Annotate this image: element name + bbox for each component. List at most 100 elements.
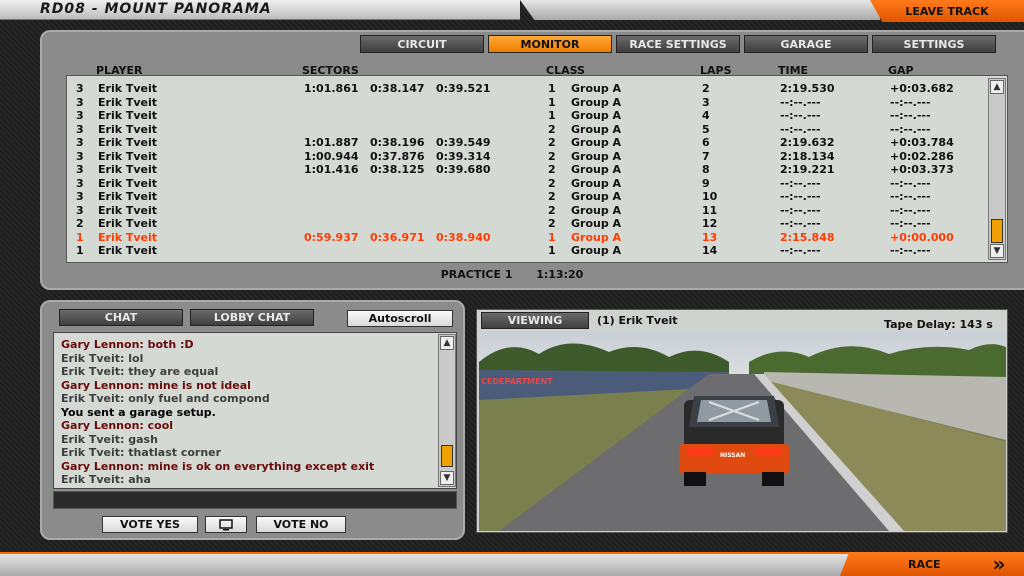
row-sector3: 0:39.521 bbox=[436, 82, 491, 95]
table-row[interactable]: 3 Erik Tveit 1:01.887 0:38.196 0:39.549 2 Grou… bbox=[67, 136, 987, 150]
table-row[interactable]: 3 Erik Tveit 2 Group A 10 --:--.--- --:--.--- bbox=[67, 190, 987, 204]
row-time: 2:18.134 bbox=[780, 149, 835, 163]
chat-message: Gary Lennon: mine is not ideal bbox=[61, 378, 251, 392]
table-row[interactable]: 3 Erik Tveit 1:01.861 0:38.147 0:39.521 1 Grou… bbox=[67, 82, 987, 96]
row-sector2: 0:38.147 bbox=[370, 82, 425, 95]
row-sector1: 1:00.944 bbox=[304, 149, 359, 163]
row-position: 1 bbox=[76, 230, 84, 244]
row-position: 3 bbox=[76, 149, 84, 163]
table-row[interactable]: 3 Erik Tveit 1:00.944 0:37.876 0:39.314 2 Grou… bbox=[67, 150, 987, 164]
row-lap: 6 bbox=[702, 136, 710, 149]
tab-garage[interactable]: GARAGE bbox=[744, 35, 868, 53]
row-class-number: 2 bbox=[548, 190, 556, 203]
row-time: --:--.--- bbox=[780, 190, 821, 203]
row-position: 3 bbox=[76, 95, 84, 109]
row-lap: 9 bbox=[702, 176, 710, 190]
autoscroll-toggle[interactable]: Autoscroll bbox=[347, 310, 453, 327]
row-class-number: 2 bbox=[548, 203, 556, 217]
row-position: 3 bbox=[76, 176, 84, 190]
chevron-up-icon[interactable]: ▲ bbox=[990, 80, 1004, 94]
row-player: Erik Tveit bbox=[98, 122, 158, 136]
vote-yes-button[interactable]: VOTE YES bbox=[102, 516, 198, 533]
track-scene-image: CEDEPARTMENT NISSAN bbox=[479, 332, 1006, 531]
row-sector3: 0:39.680 bbox=[436, 163, 491, 176]
session-time: 1:13:20 bbox=[536, 268, 584, 281]
tab-race-settings[interactable]: RACE SETTINGS bbox=[616, 35, 740, 53]
table-row[interactable]: 3 Erik Tveit 1:01.416 0:38.125 0:39.680 2 Grou… bbox=[67, 163, 987, 177]
car: NISSAN bbox=[679, 396, 789, 486]
row-lap: 4 bbox=[702, 109, 710, 122]
row-player: Erik Tveit bbox=[98, 203, 158, 217]
row-position: 3 bbox=[76, 109, 84, 122]
chat-message: Gary Lennon: mine is ok on everything ex… bbox=[61, 459, 375, 473]
row-class: Group A bbox=[571, 136, 622, 149]
race-button[interactable]: RACE » bbox=[840, 552, 1024, 576]
double-chevron-right-icon: » bbox=[992, 552, 1006, 576]
row-lap: 7 bbox=[702, 149, 710, 163]
row-class: Group A bbox=[571, 109, 622, 122]
chat-message: You sent a garage setup. bbox=[61, 405, 216, 419]
chat-log: Gary Lennon: both :D Erik Tveit: lol Erik … bbox=[53, 332, 457, 489]
row-player: Erik Tveit bbox=[98, 176, 158, 190]
row-sector1: 1:01.861 bbox=[304, 82, 359, 95]
table-row[interactable]: 2 Erik Tveit 2 Group A 12 --:--.--- --:--.--- bbox=[67, 217, 987, 231]
row-gap: +0:03.373 bbox=[890, 163, 954, 176]
row-class: Group A bbox=[571, 176, 622, 190]
row-class: Group A bbox=[571, 95, 622, 109]
row-sector2: 0:38.196 bbox=[370, 136, 425, 149]
table-row[interactable]: 3 Erik Tveit 2 Group A 5 --:--.--- --:--.--- bbox=[67, 123, 987, 137]
row-position: 3 bbox=[76, 122, 84, 136]
tab-lobby-chat[interactable]: LOBBY CHAT bbox=[190, 309, 314, 326]
vote-no-button[interactable]: VOTE NO bbox=[256, 516, 346, 533]
title-bar-extension bbox=[520, 0, 880, 20]
row-class-number: 1 bbox=[548, 95, 556, 109]
table-row[interactable]: 3 Erik Tveit 1 Group A 3 --:--.--- --:--.--- bbox=[67, 96, 987, 110]
chat-message: Erik Tveit: aha bbox=[61, 473, 151, 486]
chat-scroll-thumb[interactable] bbox=[441, 445, 453, 467]
row-gap: +0:02.286 bbox=[890, 149, 954, 163]
tab-circuit[interactable]: CIRCUIT bbox=[360, 35, 484, 53]
tab-settings[interactable]: SETTINGS bbox=[872, 35, 996, 53]
table-scroll-thumb[interactable] bbox=[991, 219, 1003, 243]
row-player: Erik Tveit bbox=[98, 190, 158, 203]
row-time: --:--.--- bbox=[780, 109, 821, 122]
table-row[interactable]: 1 Erik Tveit 1 Group A 14 --:--.--- --:--.--- bbox=[67, 244, 987, 258]
row-time: --:--.--- bbox=[780, 203, 821, 217]
table-row[interactable]: 1 Erik Tveit 0:59.937 0:36.971 0:38.940 1 Grou… bbox=[67, 231, 987, 245]
chat-message: Erik Tveit: gash bbox=[61, 432, 158, 446]
row-player: Erik Tveit bbox=[98, 163, 158, 176]
row-gap: --:--.--- bbox=[890, 244, 931, 257]
row-position: 3 bbox=[76, 190, 84, 203]
chat-message: Gary Lennon: both :D bbox=[61, 338, 194, 351]
row-sector2: 0:38.125 bbox=[370, 163, 425, 176]
tab-chat[interactable]: CHAT bbox=[59, 309, 183, 326]
table-row[interactable]: 3 Erik Tveit 2 Group A 11 --:--.--- --:--.--- bbox=[67, 204, 987, 218]
chevron-down-icon[interactable]: ▼ bbox=[440, 471, 454, 485]
row-class-number: 1 bbox=[548, 109, 556, 122]
track-camera-view: CEDEPARTMENT NISSAN bbox=[479, 332, 1006, 531]
leave-track-button[interactable]: LEAVE TRACK bbox=[870, 0, 1024, 22]
table-row[interactable]: 3 Erik Tveit 1 Group A 4 --:--.--- --:--.--- bbox=[67, 109, 987, 123]
row-sector2: 0:36.971 bbox=[370, 230, 425, 244]
row-class: Group A bbox=[571, 122, 622, 136]
row-time: --:--.--- bbox=[780, 217, 821, 230]
lap-table: 3 Erik Tveit 1:01.861 0:38.147 0:39.521 1 Grou… bbox=[66, 75, 1008, 263]
table-scrollbar[interactable]: ▲ ▼ bbox=[988, 78, 1006, 260]
row-class-number: 2 bbox=[548, 136, 556, 149]
tab-monitor[interactable]: MONITOR bbox=[488, 35, 612, 53]
row-time: 2:15.848 bbox=[780, 230, 835, 244]
viewing-button[interactable]: VIEWING bbox=[481, 312, 589, 329]
chevron-up-icon[interactable]: ▲ bbox=[440, 336, 454, 350]
row-player: Erik Tveit bbox=[98, 109, 158, 122]
row-player: Erik Tveit bbox=[98, 82, 158, 95]
monitor-icon-button[interactable] bbox=[205, 516, 247, 533]
row-sector1: 1:01.887 bbox=[304, 136, 359, 149]
table-row[interactable]: 3 Erik Tveit 2 Group A 9 --:--.--- --:--.--- bbox=[67, 177, 987, 191]
row-class-number: 2 bbox=[548, 149, 556, 163]
row-gap: --:--.--- bbox=[890, 122, 931, 136]
chat-input[interactable] bbox=[53, 491, 457, 509]
chevron-down-icon[interactable]: ▼ bbox=[990, 244, 1004, 258]
chat-scrollbar[interactable]: ▲ ▼ bbox=[438, 334, 456, 487]
session-label: PRACTICE 1 bbox=[440, 268, 513, 281]
row-time: 2:19.530 bbox=[780, 82, 835, 95]
